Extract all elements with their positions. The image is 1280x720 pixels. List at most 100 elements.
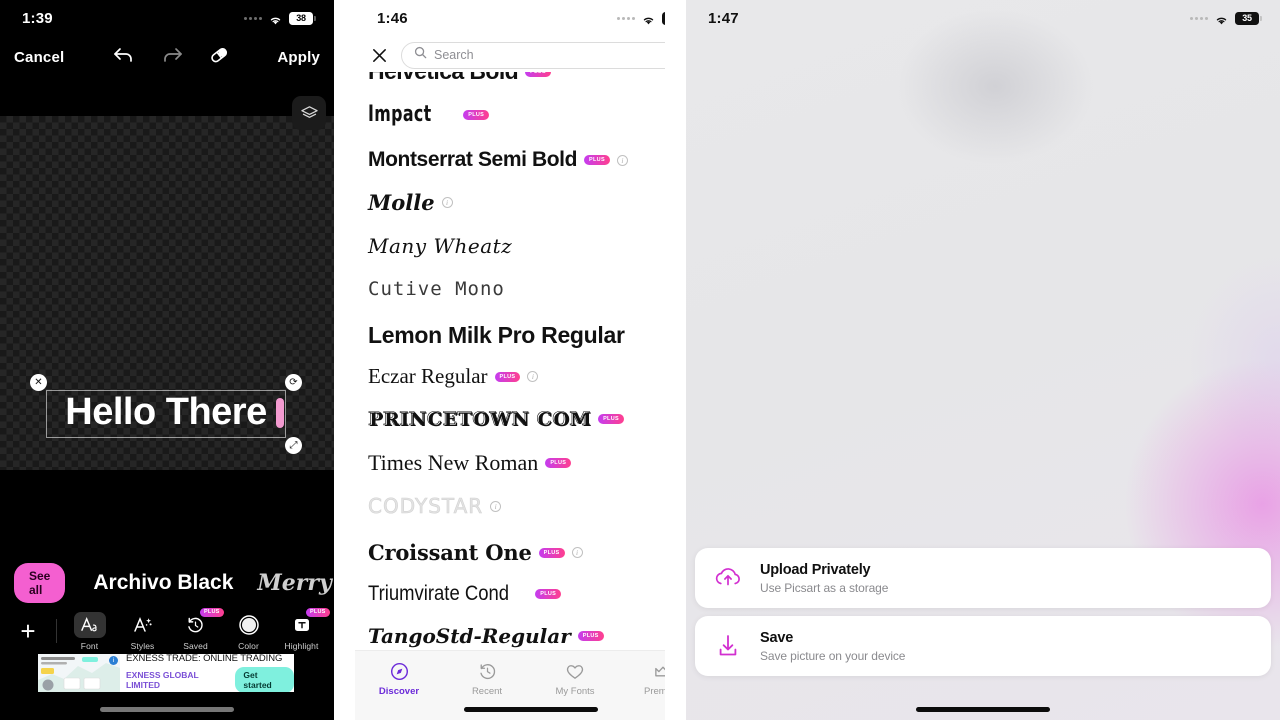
see-all-button[interactable]: See all	[14, 563, 66, 603]
rotate-handle[interactable]: ⟳	[285, 374, 302, 391]
redo-icon[interactable]	[159, 45, 185, 70]
battery-percent: 38	[296, 13, 306, 23]
compass-icon	[390, 660, 409, 682]
home-indicator	[464, 707, 598, 712]
tab-label: Discover	[378, 686, 420, 697]
save-options-screen: 1:47 35 Upload Privately Use Picsart as …	[686, 0, 1280, 720]
three-phone-screenshots: 1:39 38 Cancel Apply Hello There ✕ ⟳ ⤢ S…	[0, 0, 1280, 720]
color-icon	[233, 612, 265, 638]
cancel-button[interactable]: Cancel	[14, 49, 64, 66]
resize-handle[interactable]: ⤢	[285, 437, 302, 454]
tool-label: Font	[80, 640, 99, 651]
font-name: Eczar Regular	[368, 364, 488, 388]
font-list-item[interactable]: Lemon Milk Pro Regular	[355, 322, 625, 349]
battery-percent: 35	[1242, 13, 1252, 23]
add-text-button[interactable]: +	[0, 616, 56, 647]
font-name: Molle	[368, 190, 435, 215]
option-save[interactable]: Save Save picture on your device	[695, 616, 1271, 676]
status-bar: 1:47 35	[686, 0, 1280, 36]
editor-topbar: Cancel Apply	[0, 36, 334, 78]
tab-my-fonts[interactable]: My Fonts	[531, 660, 619, 697]
status-indicators: 38	[244, 11, 316, 25]
text-object[interactable]: Hello There ✕ ⟳ ⤢	[30, 374, 302, 454]
font-list-item[interactable]: Croissant One PLUS i	[355, 540, 583, 565]
undo-icon[interactable]	[111, 45, 137, 70]
search-input[interactable]: Search	[401, 41, 665, 69]
option-upload-privately[interactable]: Upload Privately Use Picsart as a storag…	[695, 548, 1271, 608]
font-name: Helvetica Bold	[368, 72, 519, 85]
tool-saved[interactable]: Saved PLUS	[170, 607, 224, 651]
font-list-item[interactable]: Helvetica Bold PLUS	[355, 72, 551, 85]
crown-icon	[653, 660, 665, 682]
plus-badge: PLUS	[538, 547, 565, 558]
wifi-icon	[1214, 13, 1229, 24]
tool-font[interactable]: Font	[64, 611, 116, 651]
plus-badge: PLUS	[598, 414, 624, 424]
tab-label: My Fonts	[555, 686, 595, 697]
font-list-item[interactable]: PRINCETOWN COM PLUS	[355, 408, 624, 430]
layers-icon[interactable]	[292, 96, 326, 130]
font-list-item[interactable]: TangoStd-Regular PLUS	[355, 624, 604, 648]
option-title: Upload Privately	[760, 562, 871, 578]
font-list-item[interactable]: Molle i	[355, 190, 453, 215]
font-list-item[interactable]: CODYSTAR i	[355, 494, 502, 518]
info-icon[interactable]: i	[527, 371, 539, 382]
ad-banner[interactable]: i EXNESS TRADE: ONLINE TRADING EXNESS GL…	[38, 654, 294, 692]
plus-badge: PLUS	[584, 155, 610, 165]
apply-button[interactable]: Apply	[277, 49, 320, 66]
battery-indicator: 35	[1235, 11, 1262, 25]
font-list-item[interactable]: Many Wheatz	[355, 234, 512, 258]
status-bar: 1:39 38	[0, 0, 334, 36]
tab-premium[interactable]: Premium	[619, 660, 665, 697]
option-subtitle: Save picture on your device	[760, 649, 906, 663]
font-list-item[interactable]: Cutive Mono	[355, 278, 505, 300]
home-indicator	[100, 707, 234, 712]
font-name: TangoStd-Regular	[368, 624, 571, 648]
font-chip-archivo-black[interactable]: Archivo Black	[93, 571, 233, 595]
delete-handle[interactable]: ✕	[30, 374, 47, 391]
close-icon[interactable]	[369, 45, 389, 65]
tool-highlight[interactable]: Highlight PLUS	[276, 607, 330, 651]
info-icon[interactable]: i	[441, 197, 453, 208]
download-icon	[711, 629, 745, 663]
save-options-sheet: Upload Privately Use Picsart as a storag…	[695, 548, 1271, 684]
tool-color[interactable]: Color	[223, 612, 275, 651]
plus-badge: PLUS	[200, 607, 224, 617]
font-name: Croissant One	[368, 540, 532, 565]
plus-badge: PLUS	[463, 109, 490, 120]
font-list-item[interactable]: Montserrat Semi Bold PLUS i	[355, 148, 628, 172]
status-time: 1:46	[377, 9, 408, 27]
font-list-item[interactable]: Impact PLUS	[355, 102, 490, 127]
tab-label: Recent	[471, 686, 503, 697]
font-quick-strip[interactable]: See all Archivo Black Merry	[0, 560, 334, 606]
plus-badge: PLUS	[306, 607, 330, 617]
eraser-icon[interactable]	[207, 45, 231, 70]
clock-icon	[478, 660, 497, 682]
editor-canvas[interactable]: Hello There ✕ ⟳ ⤢	[0, 78, 334, 510]
home-indicator	[916, 707, 1050, 712]
editor-actions	[111, 45, 231, 70]
ad-advertiser: EXNESS GLOBAL LIMITED	[126, 670, 199, 690]
ad-cta-button[interactable]: Get started	[235, 667, 294, 692]
font-list-item[interactable]: Times New Roman PLUS	[355, 450, 572, 476]
battery-percent: 36	[669, 13, 679, 23]
font-chip-merry[interactable]: Merry	[257, 570, 331, 596]
font-list-item[interactable]: Triumvirate Cond PLUS	[355, 582, 562, 606]
cellular-dots-icon	[244, 16, 262, 20]
font-name: Impact	[368, 102, 432, 127]
status-time: 1:47	[708, 9, 739, 27]
font-picker-screen: 1:46 36 Search Impact PLUS Montserrat Se…	[334, 0, 686, 720]
font-name: PRINCETOWN COM	[368, 408, 592, 431]
tool-styles[interactable]: Styles	[117, 612, 169, 651]
canvas-text[interactable]: Hello There	[46, 388, 286, 436]
search-icon	[414, 46, 427, 64]
info-icon[interactable]: i	[490, 500, 502, 512]
font-list-item[interactable]: Eczar Regular PLUS i	[355, 364, 539, 389]
ad-info-icon[interactable]: i	[109, 656, 118, 665]
font-list[interactable]: Helvetica BoldPLUSImpactPLUSMontserrat S…	[355, 72, 665, 652]
info-icon[interactable]: i	[616, 154, 628, 166]
tab-discover[interactable]: Discover	[355, 660, 443, 697]
info-icon[interactable]: i	[571, 547, 583, 558]
status-time: 1:39	[22, 9, 53, 27]
tab-recent[interactable]: Recent	[443, 660, 531, 697]
